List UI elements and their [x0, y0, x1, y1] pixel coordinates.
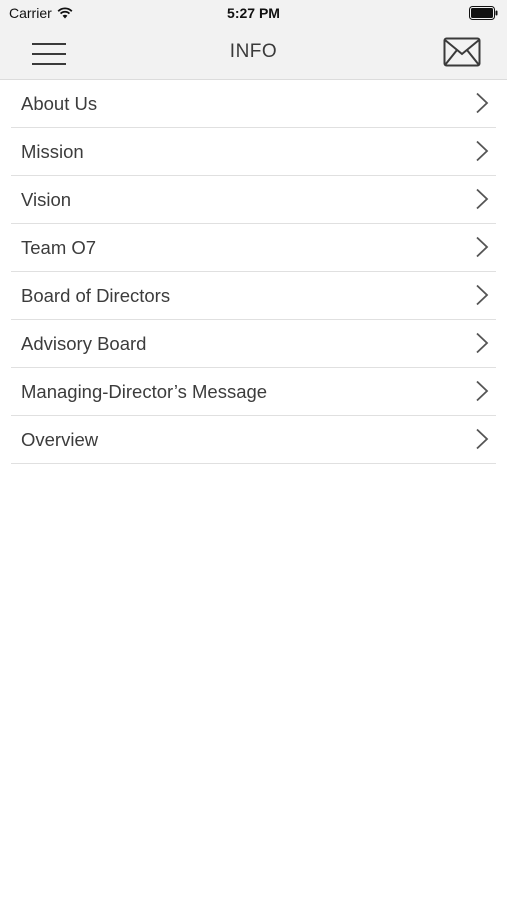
- list-item-team-o7[interactable]: Team O7: [11, 224, 496, 272]
- list-item-about-us[interactable]: About Us: [11, 80, 496, 128]
- chevron-right-icon: [476, 332, 489, 354]
- list-item-mission[interactable]: Mission: [11, 128, 496, 176]
- navigation-bar: INFO: [0, 28, 507, 80]
- chevron-right-icon: [476, 92, 489, 114]
- list-item-label: Board of Directors: [21, 285, 171, 306]
- page-title: INFO: [229, 41, 278, 62]
- chevron-right-icon: [476, 380, 489, 402]
- list-item-label: Managing-Director’s Message: [21, 381, 268, 402]
- menu-line: [32, 63, 66, 65]
- mail-icon[interactable]: [443, 37, 481, 67]
- chevron-right-icon: [476, 140, 489, 162]
- list-item-label: Vision: [21, 189, 72, 210]
- list-item-label: Team O7: [21, 237, 97, 258]
- chevron-right-icon: [476, 284, 489, 306]
- status-time: 5:27 PM: [227, 5, 280, 21]
- chevron-right-icon: [476, 188, 489, 210]
- status-bar: Carrier 5:27 PM: [0, 0, 507, 28]
- list-item-advisory-board[interactable]: Advisory Board: [11, 320, 496, 368]
- list-item-label: About Us: [21, 93, 98, 114]
- list-item-managing-directors-message[interactable]: Managing-Director’s Message: [11, 368, 496, 416]
- list-item-board-of-directors[interactable]: Board of Directors: [11, 272, 496, 320]
- list-item-label: Overview: [21, 429, 99, 450]
- chevron-right-icon: [476, 428, 489, 450]
- list-item-label: Mission: [21, 141, 84, 162]
- list-item-label: Advisory Board: [21, 333, 147, 354]
- list-item-vision[interactable]: Vision: [11, 176, 496, 224]
- list-item-overview[interactable]: Overview: [11, 416, 496, 464]
- info-menu-list: About Us Mission Vision Team O7 Board of…: [0, 80, 507, 464]
- chevron-right-icon: [476, 236, 489, 258]
- battery-icon: [469, 6, 499, 25]
